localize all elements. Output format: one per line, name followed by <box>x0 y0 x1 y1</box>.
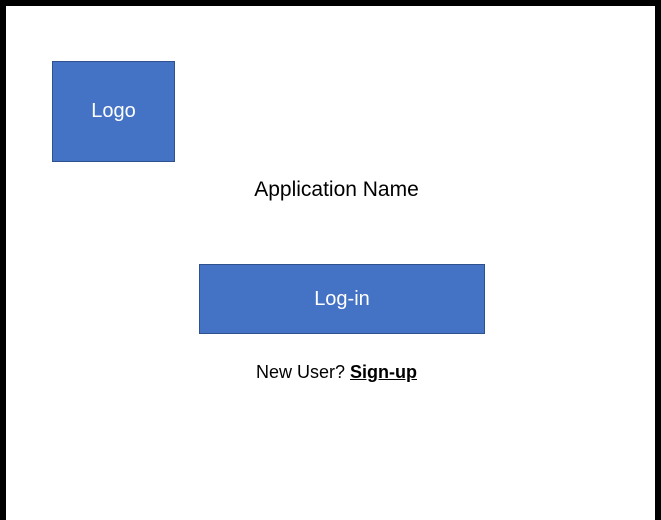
new-user-prompt: New User? <box>255 362 351 382</box>
application-name: Application Name <box>254 178 419 201</box>
login-button[interactable]: Log-in <box>199 264 485 334</box>
logo: Logo <box>52 61 175 162</box>
signup-line: New User? Sign-up <box>6 360 661 384</box>
signup-link[interactable]: Sign-up <box>350 362 417 382</box>
login-button-label: Log-in <box>314 287 370 310</box>
app-window-frame: Logo Application Name Log-in New User? S… <box>0 0 661 520</box>
logo-label: Logo <box>91 100 136 122</box>
